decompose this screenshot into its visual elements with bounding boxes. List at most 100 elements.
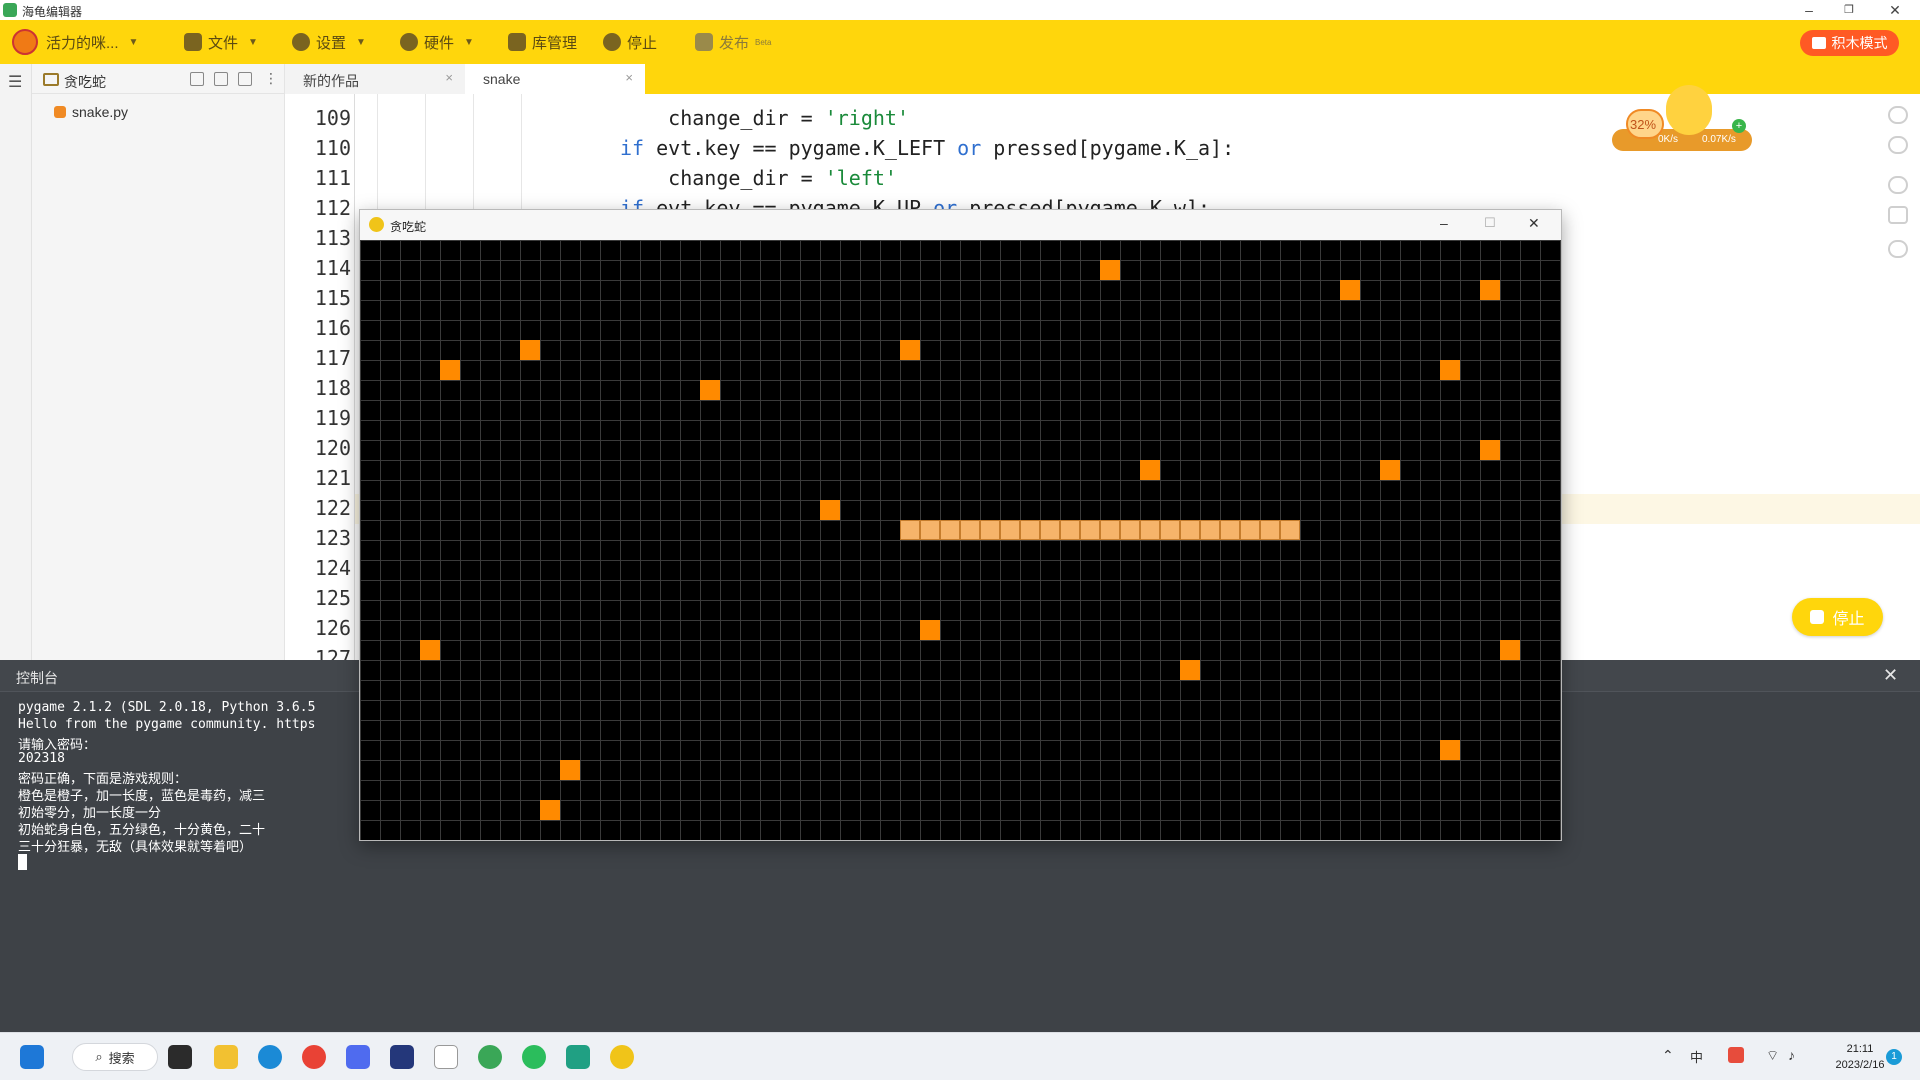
user-menu[interactable]: 活力的咪... ▼ <box>46 32 138 52</box>
line-number: 117 <box>314 346 351 370</box>
snake-segment <box>1180 520 1200 540</box>
new-file-icon[interactable] <box>190 72 204 86</box>
tab-new-work[interactable]: 新的作品 × <box>285 64 465 94</box>
app-tray-icon[interactable] <box>1728 1047 1744 1063</box>
format-icon[interactable] <box>1888 206 1908 224</box>
line-number: 111 <box>314 166 351 190</box>
restore-button[interactable]: ❐ <box>1826 0 1872 20</box>
wifi-icon[interactable]: ⌔ <box>1766 1047 1779 1065</box>
file-menu[interactable]: 文件 ▼ <box>184 32 258 52</box>
tab-snake[interactable]: snake × <box>465 64 645 94</box>
line-number: 118 <box>314 376 351 400</box>
food-item <box>540 800 560 820</box>
folder-icon <box>184 33 202 51</box>
more-icon[interactable]: ⋮ <box>264 70 278 87</box>
taskbar-search[interactable]: ⌕ 搜索 <box>72 1043 158 1071</box>
widget-add-button[interactable]: + <box>1732 119 1746 133</box>
file-explorer: 贪吃蛇 ⋮ snake.py <box>32 64 285 660</box>
zoom-in-icon[interactable] <box>1888 176 1908 194</box>
snake-segment <box>1000 520 1020 540</box>
tab-label: snake <box>483 71 521 87</box>
download-speed: 0.07K/s <box>1702 134 1736 145</box>
menu-icon[interactable]: ☰ <box>8 72 22 92</box>
food-item <box>920 620 940 640</box>
snake-segment <box>920 520 940 540</box>
line-number: 121 <box>314 466 351 490</box>
zoom-out-icon[interactable] <box>1888 240 1908 258</box>
undo-icon[interactable] <box>1888 106 1908 124</box>
refresh-icon[interactable] <box>238 72 252 86</box>
explorer-header: 贪吃蛇 ⋮ <box>32 64 285 94</box>
console-line: Hello from the pygame community. https <box>18 717 316 732</box>
windows-start-icon[interactable] <box>20 1045 44 1069</box>
publish-label: 发布 <box>719 34 750 52</box>
snake-segment <box>1120 520 1140 540</box>
hardware-icon <box>400 33 418 51</box>
snake-segment <box>1240 520 1260 540</box>
close-button[interactable]: ✕ <box>1872 0 1918 20</box>
block-mode-button[interactable]: 积木模式 <box>1800 30 1899 56</box>
dev-cpp-icon[interactable] <box>390 1045 414 1069</box>
pygame-icon <box>369 217 384 232</box>
code-line-110: if evt.key == pygame.K_LEFT or pressed[p… <box>620 136 1235 160</box>
line-number: 112 <box>314 196 351 220</box>
window-titlebar: 海龟编辑器 – ❐ ✕ <box>0 0 1920 20</box>
tab-label: 新的作品 <box>303 73 359 89</box>
notepad-icon[interactable] <box>434 1045 458 1069</box>
snake-segment <box>1100 520 1120 540</box>
snake-segment <box>1080 520 1100 540</box>
file-explorer-icon[interactable] <box>214 1045 238 1069</box>
python-file-icon <box>54 106 66 118</box>
close-button[interactable]: ✕ <box>1528 215 1540 232</box>
game-window[interactable]: 贪吃蛇 – ☐ ✕ <box>359 209 1562 841</box>
close-icon[interactable]: ✕ <box>1883 665 1898 686</box>
search-icon: ⌕ <box>95 1049 103 1064</box>
stop-button[interactable]: 停止 <box>603 32 657 52</box>
avatar[interactable] <box>12 29 38 55</box>
line-number: 114 <box>314 256 351 280</box>
stop-icon <box>1810 610 1825 624</box>
file-name: snake.py <box>72 104 129 120</box>
close-icon[interactable]: × <box>625 70 633 85</box>
notification-badge[interactable]: 1 <box>1886 1049 1902 1065</box>
app-icon[interactable] <box>566 1045 590 1069</box>
file-item-snake[interactable]: snake.py <box>54 104 128 120</box>
game-board[interactable] <box>360 240 1561 840</box>
app-icon[interactable] <box>346 1045 370 1069</box>
new-folder-icon[interactable] <box>214 72 228 86</box>
pygame-icon[interactable] <box>610 1045 634 1069</box>
blocks-icon <box>1811 37 1826 49</box>
library-button[interactable]: 库管理 <box>508 32 577 52</box>
library-label: 库管理 <box>532 34 578 52</box>
chevron-up-icon[interactable]: ⌃ <box>1662 1047 1674 1064</box>
code-line-111: change_dir = 'left' <box>620 166 897 190</box>
redo-icon[interactable] <box>1888 136 1908 154</box>
run-stop-button[interactable]: 停止 <box>1792 598 1883 636</box>
edge-icon[interactable] <box>258 1045 282 1069</box>
close-icon[interactable]: × <box>445 70 453 85</box>
hardware-menu[interactable]: 硬件 ▼ <box>400 32 474 52</box>
snake-segment <box>980 520 1000 540</box>
widget-percent: 32% <box>1630 117 1657 132</box>
line-number: 123 <box>314 526 351 550</box>
console-title: 控制台 <box>16 670 58 686</box>
food-item <box>1140 460 1160 480</box>
task-view-icon[interactable] <box>168 1045 192 1069</box>
run-stop-label: 停止 <box>1832 611 1865 628</box>
snake-segment <box>1160 520 1180 540</box>
food-item <box>700 380 720 400</box>
publish-button[interactable]: 发布 Beta <box>695 32 771 52</box>
chrome-icon[interactable] <box>302 1045 326 1069</box>
turtle-editor-icon[interactable] <box>478 1045 502 1069</box>
maximize-button[interactable]: ☐ <box>1484 215 1496 231</box>
food-item <box>1340 280 1360 300</box>
upload-speed: 0K/s <box>1658 134 1679 145</box>
chick-icon <box>1666 85 1712 135</box>
food-item <box>1500 640 1520 660</box>
volume-icon[interactable]: ♪ <box>1788 1047 1795 1063</box>
minimize-button[interactable]: – <box>1440 215 1448 231</box>
wechat-icon[interactable] <box>522 1045 546 1069</box>
settings-menu[interactable]: 设置 ▼ <box>292 32 366 52</box>
chevron-down-icon: ▼ <box>356 36 366 48</box>
ime-icon[interactable]: 中 <box>1690 1047 1703 1066</box>
